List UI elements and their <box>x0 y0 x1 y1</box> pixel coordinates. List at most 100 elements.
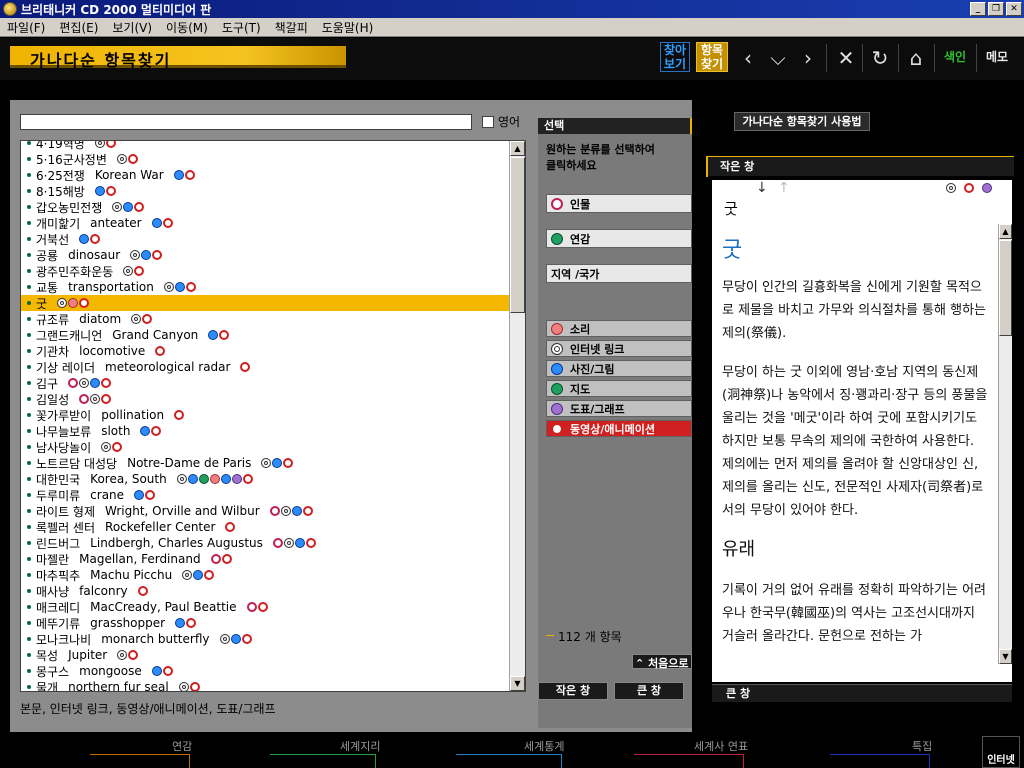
scroll-down-icon[interactable]: ▼ <box>999 649 1012 664</box>
video-icon[interactable] <box>964 183 974 193</box>
list-item[interactable]: 김일성 <box>21 391 509 407</box>
media-filter-button[interactable]: 사진/그림 <box>546 360 692 377</box>
find-view-button[interactable]: 찾아 보기 <box>660 42 690 72</box>
app-icon[interactable] <box>3 2 17 16</box>
memo-button[interactable]: 메모 <box>986 48 1008 65</box>
small-window-button[interactable]: 작은 창 <box>538 682 608 700</box>
home-icon[interactable]: ⌂ <box>904 46 928 70</box>
menu-view[interactable]: 보기(V) <box>105 19 159 36</box>
scroll-thumb[interactable] <box>510 157 525 313</box>
menu-edit[interactable]: 편집(E) <box>52 19 105 36</box>
list-item[interactable]: 마젤란 Magellan, Ferdinand <box>21 551 509 567</box>
article-scrollbar[interactable]: ▲ ▼ <box>998 224 1012 664</box>
list-item[interactable]: 공룡 dinosaur <box>21 247 509 263</box>
nav-world-statistics[interactable]: 세계통계 <box>524 738 564 754</box>
nav-special[interactable]: 특집 <box>912 738 932 754</box>
scroll-up-icon[interactable]: ▲ <box>510 141 525 156</box>
find-item-button[interactable]: 항목 찾기 <box>696 42 728 72</box>
internet-icon <box>79 378 90 388</box>
category-button[interactable]: 인물 <box>546 194 692 213</box>
list-item[interactable]: 김구 <box>21 375 509 391</box>
list-item[interactable]: 메뚜기류 grasshopper <box>21 615 509 631</box>
howto-button[interactable]: 가나다순 항목찾기 사용법 <box>734 112 870 131</box>
refresh-icon[interactable]: ↻ <box>868 46 892 70</box>
menu-file[interactable]: 파일(F) <box>0 19 52 36</box>
menu-move[interactable]: 이동(M) <box>159 19 215 36</box>
internet-icon[interactable] <box>946 183 956 193</box>
list-item[interactable]: 교통 transportation <box>21 279 509 295</box>
item-korean-title: 나무늘보류 <box>36 424 92 439</box>
menu-tools[interactable]: 도구(T) <box>215 19 268 36</box>
index-button[interactable]: 색인 <box>944 48 966 65</box>
arrow-up-icon[interactable]: ↑ <box>778 180 790 196</box>
minimize-button[interactable]: _ <box>970 2 986 16</box>
video-icon <box>101 378 112 388</box>
list-item[interactable]: 기관차 locomotive <box>21 343 509 359</box>
list-item[interactable]: 라이트 형제 Wright, Orville and Wilbur <box>21 503 509 519</box>
list-item[interactable]: 두루미류 crane <box>21 487 509 503</box>
photo-icon <box>193 570 204 580</box>
list-item[interactable]: 꽃가루받이 pollination <box>21 407 509 423</box>
english-toggle[interactable]: 영어 <box>482 113 520 130</box>
list-item[interactable]: 6·25전쟁 Korean War <box>21 167 509 183</box>
list-item[interactable]: 거북선 <box>21 231 509 247</box>
list-item[interactable]: 노트르담 대성당 Notre-Dame de Paris <box>21 455 509 471</box>
nav-world-history[interactable]: 세계사 연표 <box>694 738 748 754</box>
forward-icon[interactable]: › <box>796 46 820 70</box>
scroll-down-icon[interactable]: ▼ <box>510 676 525 691</box>
list-item[interactable]: 남사당놀이 <box>21 439 509 455</box>
list-item[interactable]: 모나크나비 monarch butterfly <box>21 631 509 647</box>
history-icon[interactable]: ⌵ <box>766 46 790 70</box>
list-item[interactable]: 4·19혁명 <box>21 141 509 151</box>
category-button[interactable]: 지역 /국가 <box>546 264 692 283</box>
search-input[interactable] <box>20 114 472 130</box>
list-item[interactable]: 나무늘보류 sloth <box>21 423 509 439</box>
nav-world-geography[interactable]: 세계지리 <box>340 738 380 754</box>
scroll-up-icon[interactable]: ▲ <box>999 224 1012 239</box>
list-item[interactable]: 몽구스 mongoose <box>21 663 509 679</box>
list-item[interactable]: 매사냥 falconry <box>21 583 509 599</box>
list-item[interactable]: 마추픽추 Machu Picchu <box>21 567 509 583</box>
list-item[interactable]: 8·15해방 <box>21 183 509 199</box>
to-top-button[interactable]: ⌃ 처음으로 <box>632 654 692 670</box>
article-scroll-thumb[interactable] <box>999 240 1012 336</box>
list-item[interactable]: 규조류 diatom <box>21 311 509 327</box>
close-button[interactable]: ✕ <box>1006 2 1022 16</box>
bullet-icon <box>27 541 31 545</box>
list-item[interactable]: 광주민주화운동 <box>21 263 509 279</box>
list-item[interactable]: 그랜드캐니언 Grand Canyon <box>21 327 509 343</box>
list-item[interactable]: 갑오농민전쟁 <box>21 199 509 215</box>
list-item[interactable]: 매크레디 MacCready, Paul Beattie <box>21 599 509 615</box>
category-button[interactable]: 연감 <box>546 229 692 248</box>
list-item[interactable]: 록펠러 센터 Rockefeller Center <box>21 519 509 535</box>
english-checkbox[interactable] <box>482 115 494 128</box>
internet-button[interactable]: 인터넷 <box>982 736 1020 768</box>
entry-list[interactable]: 4·19혁명 5·16군사정변 6·25전쟁 Korean War 8·15해방 갑오농민… <box>20 140 526 692</box>
list-item[interactable]: 개미핥기 anteater <box>21 215 509 231</box>
arrow-down-icon[interactable]: ↓ <box>756 180 768 196</box>
nav-yearbook[interactable]: 연감 <box>172 738 192 754</box>
list-scrollbar[interactable]: ▲ ▼ <box>509 141 525 691</box>
media-filter-button[interactable]: 소리 <box>546 320 692 337</box>
small-window-bar[interactable]: 작은 창 <box>706 156 1014 177</box>
menu-help[interactable]: 도움말(H) <box>315 19 381 36</box>
chart-icon[interactable] <box>982 183 992 193</box>
stop-icon[interactable]: ✕ <box>834 46 858 70</box>
restore-button[interactable]: ❐ <box>988 2 1004 16</box>
list-item[interactable]: 린드버그 Lindbergh, Charles Augustus <box>21 535 509 551</box>
big-window-bar[interactable]: 큰 창 <box>712 684 1012 702</box>
nav-line <box>634 754 744 768</box>
list-item[interactable]: 물개 northern fur seal <box>21 679 509 691</box>
list-item[interactable]: 기상 레이더 meteorological radar <box>21 359 509 375</box>
media-filter-button[interactable]: 인터넷 링크 <box>546 340 692 357</box>
media-filter-button[interactable]: 동영상/애니메이션 <box>546 420 692 437</box>
big-window-button[interactable]: 큰 창 <box>614 682 684 700</box>
list-item[interactable]: 대한민국 Korea, South <box>21 471 509 487</box>
media-filter-button[interactable]: 지도 <box>546 380 692 397</box>
list-item[interactable]: 굿 <box>21 295 509 311</box>
list-item[interactable]: 5·16군사정변 <box>21 151 509 167</box>
list-item[interactable]: 목성 Jupiter <box>21 647 509 663</box>
media-filter-button[interactable]: 도표/그래프 <box>546 400 692 417</box>
back-icon[interactable]: ‹ <box>736 46 760 70</box>
menu-bookmarks[interactable]: 책갈피 <box>268 19 315 36</box>
